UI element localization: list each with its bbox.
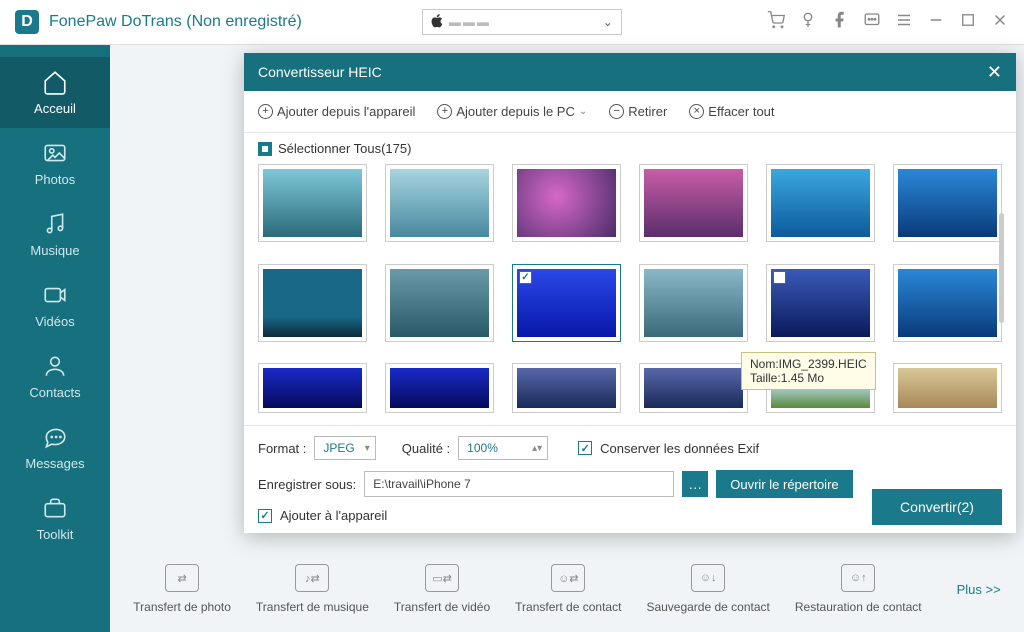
- sidebar-item-videos[interactable]: Vidéos: [0, 270, 110, 341]
- facebook-icon[interactable]: [831, 11, 849, 34]
- content-area: ⇄Transfert de photo ♪⇄Transfert de musiq…: [110, 45, 1024, 632]
- sidebar-item-label: Vidéos: [35, 314, 75, 329]
- quick-video-transfer[interactable]: ▭⇄Transfert de vidéo: [394, 564, 490, 614]
- photo-thumb[interactable]: [639, 164, 748, 242]
- close-button[interactable]: [991, 11, 1009, 34]
- photo-thumb[interactable]: [258, 363, 367, 413]
- feedback-icon[interactable]: [863, 11, 881, 34]
- select-all-checkbox[interactable]: [258, 142, 272, 156]
- app-title: FonePaw DoTrans (Non enregistré): [49, 13, 302, 31]
- quick-actions-bar: ⇄Transfert de photo ♪⇄Transfert de musiq…: [110, 564, 1024, 614]
- photo-thumb[interactable]: [385, 363, 494, 413]
- photo-thumb[interactable]: [512, 164, 621, 242]
- open-directory-button[interactable]: Ouvrir le répertoire: [716, 470, 852, 498]
- sidebar-item-contacts[interactable]: Contacts: [0, 341, 110, 412]
- select-all-row[interactable]: Sélectionner Tous(175): [244, 133, 1016, 160]
- quick-contact-restore[interactable]: ☺↑Restauration de contact: [795, 564, 922, 614]
- photo-thumb[interactable]: [385, 164, 494, 242]
- sidebar-item-home[interactable]: Acceuil: [0, 57, 110, 128]
- cart-icon[interactable]: [767, 11, 785, 34]
- titlebar: D FonePaw DoTrans (Non enregistré) ▬▬▬ ⌄: [0, 0, 1024, 45]
- photo-thumb[interactable]: [258, 264, 367, 342]
- dialog-header: Convertisseur HEIC ✕: [244, 53, 1016, 91]
- maximize-button[interactable]: [959, 11, 977, 34]
- photo-thumb[interactable]: [512, 363, 621, 413]
- key-icon[interactable]: [799, 11, 817, 34]
- save-label: Enregistrer sous:: [258, 477, 356, 492]
- chevron-down-icon: ▾: [365, 443, 370, 454]
- dialog-toolbar: +Ajouter depuis l'appareil +Ajouter depu…: [244, 91, 1016, 133]
- sidebar-item-music[interactable]: Musique: [0, 199, 110, 270]
- chevron-down-icon: ⌄: [579, 106, 587, 117]
- sidebar-item-photos[interactable]: Photos: [0, 128, 110, 199]
- thumb-checkbox[interactable]: [773, 271, 786, 284]
- photo-thumb[interactable]: [512, 264, 621, 342]
- quality-label: Qualité :: [402, 441, 450, 456]
- photo-thumb[interactable]: [893, 164, 1002, 242]
- thumb-checkbox[interactable]: [519, 271, 532, 284]
- device-selector[interactable]: ▬▬▬ ⌄: [422, 9, 622, 35]
- photo-tooltip: Nom:IMG_2399.HEIC Taille:1.45 Mo: [741, 352, 876, 390]
- add-to-device-checkbox[interactable]: [258, 509, 272, 523]
- clear-all-button[interactable]: ×Effacer tout: [689, 104, 774, 119]
- quick-contact-transfer[interactable]: ☺⇄Transfert de contact: [515, 564, 621, 614]
- photo-thumb[interactable]: [893, 264, 1002, 342]
- sidebar-item-label: Musique: [30, 243, 79, 258]
- save-path-input[interactable]: E:\travail\iPhone 7: [364, 471, 674, 497]
- plus-icon: +: [258, 104, 273, 119]
- device-name-redacted: ▬▬▬: [449, 15, 491, 29]
- convert-button[interactable]: Convertir(2): [872, 489, 1002, 525]
- photo-grid: Nom:IMG_2399.HEIC Taille:1.45 Mo: [244, 160, 1016, 425]
- stepper-icon: ▴▾: [532, 443, 542, 454]
- exif-label: Conserver les données Exif: [600, 441, 759, 456]
- sidebar-item-toolkit[interactable]: Toolkit: [0, 483, 110, 554]
- menu-icon[interactable]: [895, 11, 913, 34]
- quality-select[interactable]: 100%▴▾: [458, 436, 548, 460]
- sidebar-item-label: Contacts: [29, 385, 80, 400]
- sidebar-item-label: Toolkit: [37, 527, 74, 542]
- app-logo-icon: D: [15, 10, 39, 34]
- photo-thumb[interactable]: [258, 164, 367, 242]
- dialog-footer: Format : JPEG▾ Qualité : 100%▴▾ Conserve…: [244, 425, 1016, 533]
- add-to-device-label: Ajouter à l'appareil: [280, 508, 387, 523]
- minus-icon: −: [609, 104, 624, 119]
- heic-converter-dialog: Convertisseur HEIC ✕ +Ajouter depuis l'a…: [244, 53, 1016, 533]
- add-from-device-button[interactable]: +Ajouter depuis l'appareil: [258, 104, 415, 119]
- remove-button[interactable]: −Retirer: [609, 104, 667, 119]
- select-all-label: Sélectionner Tous(175): [278, 141, 411, 156]
- chevron-down-icon: ⌄: [603, 15, 613, 29]
- quick-music-transfer[interactable]: ♪⇄Transfert de musique: [256, 564, 369, 614]
- photo-thumb[interactable]: [639, 363, 748, 413]
- dialog-title: Convertisseur HEIC: [258, 64, 382, 80]
- photo-thumb[interactable]: [766, 164, 875, 242]
- sidebar: Acceuil Photos Musique Vidéos Contacts M…: [0, 45, 110, 632]
- quick-contact-backup[interactable]: ☺↓Sauvegarde de contact: [646, 564, 769, 614]
- apple-icon: [431, 14, 443, 31]
- sidebar-item-label: Messages: [25, 456, 84, 471]
- photo-thumb[interactable]: [893, 363, 1002, 413]
- photo-thumb[interactable]: [766, 264, 875, 342]
- format-select[interactable]: JPEG▾: [314, 436, 375, 460]
- exif-checkbox[interactable]: [578, 441, 592, 455]
- minimize-button[interactable]: [927, 11, 945, 34]
- sidebar-item-label: Acceuil: [34, 101, 76, 116]
- plus-icon: +: [437, 104, 452, 119]
- x-icon: ×: [689, 104, 704, 119]
- add-from-pc-button[interactable]: +Ajouter depuis le PC⌄: [437, 104, 587, 119]
- more-link[interactable]: Plus >>: [957, 582, 1001, 597]
- sidebar-item-label: Photos: [35, 172, 75, 187]
- format-label: Format :: [258, 441, 306, 456]
- scrollbar[interactable]: [999, 213, 1004, 323]
- sidebar-item-messages[interactable]: Messages: [0, 412, 110, 483]
- quick-photo-transfer[interactable]: ⇄Transfert de photo: [133, 564, 231, 614]
- photo-thumb[interactable]: [639, 264, 748, 342]
- dialog-close-button[interactable]: ✕: [987, 62, 1002, 83]
- browse-button[interactable]: …: [682, 471, 708, 497]
- photo-thumb[interactable]: [385, 264, 494, 342]
